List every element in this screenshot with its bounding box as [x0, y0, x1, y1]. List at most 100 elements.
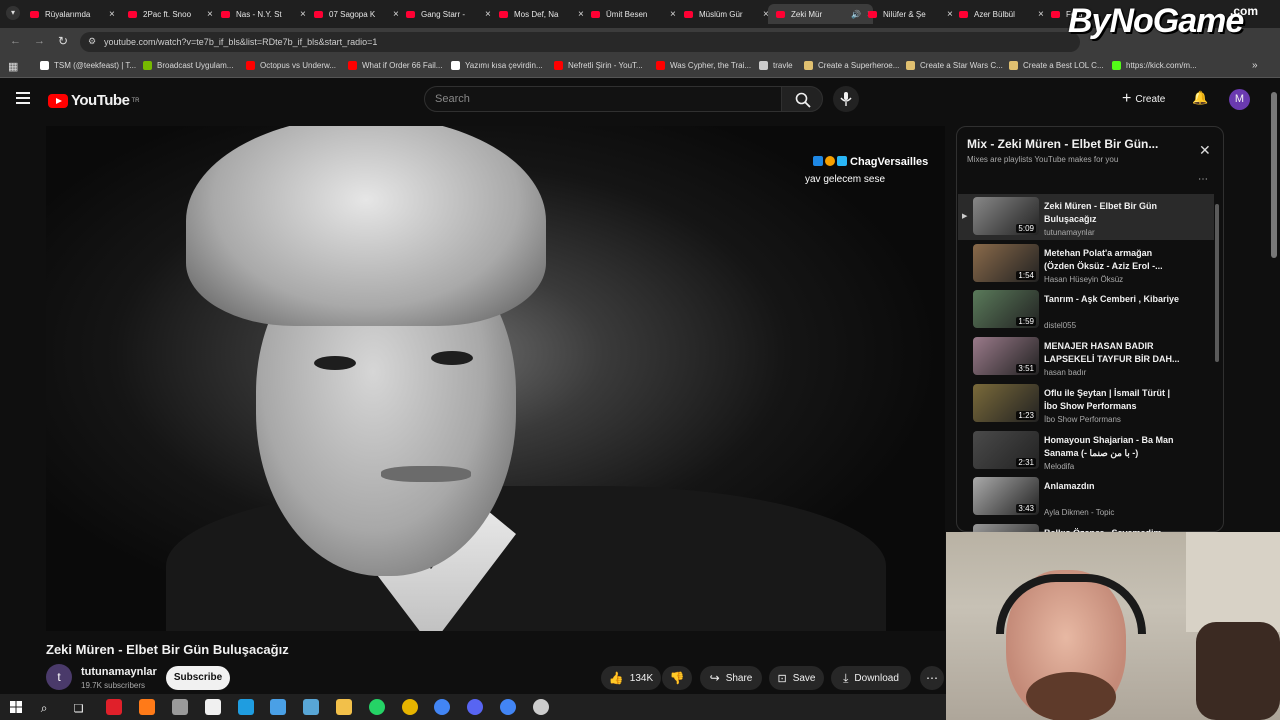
back-icon[interactable]: ← [10, 35, 21, 47]
video-player[interactable] [46, 126, 945, 631]
forward-icon[interactable]: → [34, 35, 45, 47]
close-icon[interactable]: ✕ [1199, 142, 1211, 159]
chrome-icon[interactable] [401, 699, 418, 715]
obs-icon[interactable] [532, 699, 549, 715]
video-thumbnail[interactable]: 3:43 [973, 477, 1039, 516]
playlist-item[interactable]: 1:59 Tanrım - Aşk Cemberi , Kibariye diste… [958, 287, 1214, 333]
playlist-item[interactable]: 3:43 Anlamazdın Ayla Dikmen - Topic [958, 474, 1214, 520]
channel-name[interactable]: tutunamaynlar [81, 666, 157, 678]
video-thumbnail[interactable]: 2:31 [973, 430, 1039, 469]
close-tab-icon[interactable]: × [207, 9, 213, 20]
playlist-item-title: Oflu ile Şeytan | İsmail Türüt | İbo Sho… [1044, 387, 1171, 411]
tab-label: Nas - N.Y. St [236, 9, 282, 19]
chrome3-icon[interactable] [500, 699, 516, 715]
video-subject-eye-left [314, 356, 356, 370]
bookmark-item[interactable]: Octopus vs Underw... [246, 61, 336, 70]
tab-list-button[interactable]: ▾ [6, 6, 20, 20]
browser-tab[interactable]: Nilüfer & Şe × [860, 4, 953, 24]
bookmark-item[interactable]: TSM (@teekfeast) | T... [40, 61, 136, 70]
dislike-button[interactable]: 👎 [662, 666, 692, 690]
share-label: Share [725, 672, 753, 684]
windows-icon[interactable] [8, 699, 24, 715]
folder-icon[interactable] [336, 699, 352, 715]
browser-tab[interactable]: Müslüm Gür × [676, 4, 769, 24]
firefox-icon[interactable] [139, 699, 156, 715]
playlist-item[interactable]: 1:54 Metehan Polat'a armağan (Özden Öksüz… [958, 241, 1214, 287]
bookmark-item[interactable]: What if Order 66 Fail... [348, 61, 442, 70]
video-thumbnail[interactable]: 1:23 [973, 383, 1039, 422]
whatsapp-icon[interactable] [368, 699, 385, 715]
search-input[interactable]: Search [424, 86, 782, 112]
video-thumbnail[interactable]: 5:09 [973, 197, 1039, 235]
playlist-item-title: Homayoun Shajarian - Ba Man Sanama (- با… [1044, 434, 1174, 458]
bookmark-item[interactable]: https://kick.com/m... [1112, 61, 1197, 70]
account-avatar[interactable]: M [1229, 89, 1250, 110]
store-icon[interactable] [204, 699, 221, 715]
channel-avatar[interactable]: t [46, 664, 72, 690]
search-icon[interactable]: ⌕ [41, 699, 57, 715]
close-tab-icon[interactable]: × [300, 9, 306, 20]
bookmark-item[interactable]: Was Cypher, the Trai... [656, 61, 751, 70]
notifications-bell-icon[interactable]: 🔔 [1192, 90, 1208, 106]
apps-grid-icon[interactable]: ▦ [8, 60, 18, 73]
reload-icon[interactable]: ↻ [58, 34, 68, 48]
task-view-icon[interactable]: ❏ [74, 699, 90, 715]
video-thumbnail[interactable]: 1:54 [973, 243, 1039, 282]
create-button[interactable]: + Create [1122, 90, 1165, 108]
browser-tab[interactable]: Nas - N.Y. St × [213, 4, 306, 24]
browser-tab[interactable]: 07 Sagopa K × [306, 4, 399, 24]
playlist-item-title: Tanrım - Aşk Cemberi , Kibariye [1044, 294, 1180, 305]
overlay-logo: ByNoGame [1068, 2, 1244, 40]
browser-tab[interactable]: Mos Def, Na × [491, 4, 584, 24]
voice-search-button[interactable] [833, 86, 859, 112]
bookmark-item[interactable]: Nefretli Şirin - YouT... [554, 61, 643, 70]
browser-tab[interactable]: Gang Starr - × [398, 4, 491, 24]
save-button[interactable]: ⊡ Save [769, 666, 824, 690]
playlist-item[interactable]: ▶ 5:09 Zeki Müren - Elbet Bir Gün Buluşaca… [958, 194, 1214, 240]
browser-tab[interactable]: 2Pac ft. Snoo × [120, 4, 213, 24]
close-tab-icon[interactable]: × [109, 9, 115, 20]
menu-icon[interactable] [16, 92, 30, 104]
playlist-scrollbar[interactable] [1215, 204, 1219, 362]
bookmark-label: travle [773, 61, 793, 70]
app-icon[interactable] [172, 699, 188, 715]
share-button[interactable]: ↪ Share [700, 666, 762, 690]
browser-tab[interactable]: Azer Bülbül × [951, 4, 1044, 24]
search-button[interactable] [781, 86, 823, 112]
playlist-item[interactable]: 2:31 Homayoun Shajarian - Ba Man Sanama (… [958, 428, 1214, 474]
browser-tab[interactable]: Rüyalarımda × [22, 4, 115, 24]
subscribe-button[interactable]: Subscribe [166, 666, 230, 690]
site-info-icon[interactable]: ⚙ [88, 36, 96, 47]
opera-icon[interactable] [106, 699, 123, 715]
close-tab-icon[interactable]: × [670, 9, 676, 20]
bookmarks-overflow-icon[interactable]: » [1252, 60, 1258, 71]
more-actions-button[interactable]: ⋯ [920, 666, 944, 690]
download-button[interactable]: ⤓ Download [831, 666, 911, 690]
chat-username: ChagVersailles [850, 156, 929, 168]
close-tab-icon[interactable]: × [485, 9, 491, 20]
bookmark-item[interactable]: Create a Best LOL C... [1009, 61, 1104, 70]
video-thumbnail[interactable]: 1:59 [973, 290, 1039, 329]
download-icon: ⤓ [843, 670, 849, 685]
youtube-logo[interactable]: YouTube TR [48, 92, 139, 109]
bookmark-item[interactable]: Create a Star Wars C... [906, 61, 1003, 70]
browser-tab[interactable]: Ümit Besen × [583, 4, 676, 24]
monitor-icon[interactable] [270, 699, 287, 715]
like-button[interactable]: 👍 134K [601, 666, 661, 690]
youtube-play-icon [48, 93, 68, 108]
bookmark-item[interactable]: travle [759, 61, 793, 70]
playlist-menu-icon[interactable]: ⋯ [1198, 174, 1208, 185]
webcam-background-shelf [1186, 532, 1280, 632]
edge-icon[interactable] [237, 699, 254, 715]
task-view-glyph: ❏ [73, 703, 84, 715]
bookmark-item[interactable]: Broadcast Uygulam... [143, 61, 233, 70]
bookmark-item[interactable]: Create a Superheroe... [804, 61, 899, 70]
bookmark-favicon-icon [40, 61, 49, 70]
playlist-item[interactable]: 3:51 MENAJER HASAN BADIR LAPSEKELİ TAYFUR… [958, 334, 1214, 380]
app2-icon[interactable] [303, 699, 320, 715]
bookmark-item[interactable]: Yazımı kısa çevirdin... [451, 61, 543, 70]
playlist-item[interactable]: 1:23 Oflu ile Şeytan | İsmail Türüt | İbo… [958, 381, 1214, 427]
browser-tab[interactable]: Zeki Mür🔊× [768, 4, 873, 24]
video-thumbnail[interactable]: 3:51 [973, 337, 1039, 376]
page-scrollbar[interactable] [1271, 92, 1277, 258]
